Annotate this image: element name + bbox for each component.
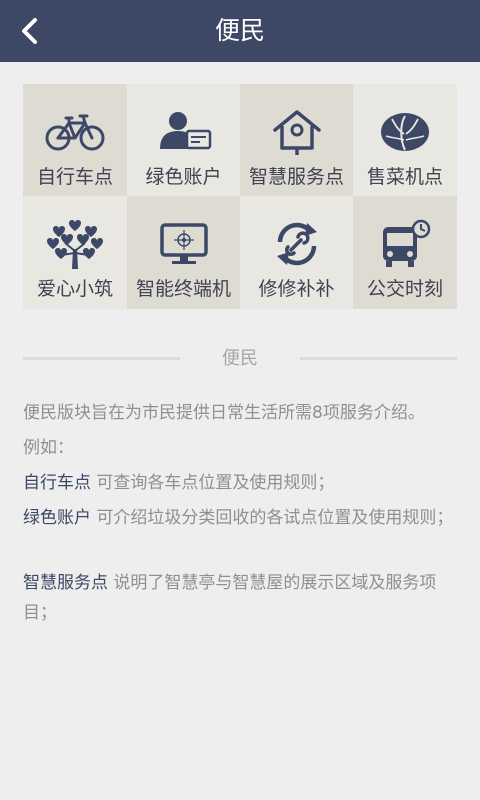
tile-label: 智能终端机 [135, 278, 231, 300]
terminal-icon [154, 220, 214, 268]
tile-smart-service-point[interactable]: 智慧服务点 [240, 84, 353, 196]
tile-label: 绿色账户 [145, 166, 222, 188]
user-card-icon [154, 108, 214, 156]
item-name: 自行车点 [23, 473, 91, 493]
tile-love-cottage[interactable]: 爱心小筑 [23, 196, 127, 309]
tile-label: 智慧服务点 [248, 166, 344, 188]
item-text: 可介绍垃圾分类回收的各试点位置及使用规则； [96, 508, 454, 528]
item-name: 智慧服务点 [23, 573, 108, 593]
example-text: 例如： [23, 438, 74, 458]
tile-smart-terminal[interactable]: 智能终端机 [127, 196, 240, 309]
bus-clock-icon [375, 219, 435, 268]
section-title: 便民 [222, 348, 258, 369]
description-item: 自行车点 可查询各车点位置及使用规则； [23, 468, 457, 498]
tile-bicycle-point[interactable]: 自行车点 [23, 84, 127, 196]
cabbage-icon [375, 108, 435, 156]
description-intro: 便民版块旨在为市民提供日常生活所需8项服务介绍。 [23, 398, 457, 428]
tile-vegetable-machine[interactable]: 售菜机点 [353, 84, 457, 196]
item-text: 可查询各车点位置及使用规则； [96, 473, 335, 493]
header-bar: 便民 [0, 0, 480, 62]
tile-label: 售菜机点 [366, 166, 443, 188]
wrench-cycle-icon [267, 220, 327, 268]
item-name: 绿色账户 [23, 508, 91, 528]
heart-tree-icon [45, 220, 105, 269]
page-title: 便民 [214, 16, 265, 45]
tile-label: 修修补补 [258, 278, 335, 300]
divider-left [23, 357, 180, 360]
description-example: 例如： [23, 433, 457, 463]
tile-label: 自行车点 [36, 166, 113, 188]
description-item: 智慧服务点 说明了智慧亭与智慧屋的展示区域及服务项目； [23, 568, 457, 628]
tile-green-account[interactable]: 绿色账户 [127, 84, 240, 196]
intro-text: 便民版块旨在为市民提供日常生活所需8项服务介绍。 [23, 403, 425, 423]
tile-bus-schedule[interactable]: 公交时刻 [353, 196, 457, 309]
service-grid: 自行车点 绿色账户 智慧服务点 售菜机点 爱心小筑 智能终端机 修修补补 公交时… [23, 84, 457, 309]
divider-right [300, 357, 457, 360]
tile-repair[interactable]: 修修补补 [240, 196, 353, 309]
tile-label: 公交时刻 [366, 278, 443, 300]
tile-label: 爱心小筑 [36, 278, 113, 300]
description-item: 绿色账户 可介绍垃圾分类回收的各试点位置及使用规则； [23, 503, 457, 533]
birdhouse-icon [267, 108, 327, 156]
bicycle-icon [45, 108, 105, 156]
